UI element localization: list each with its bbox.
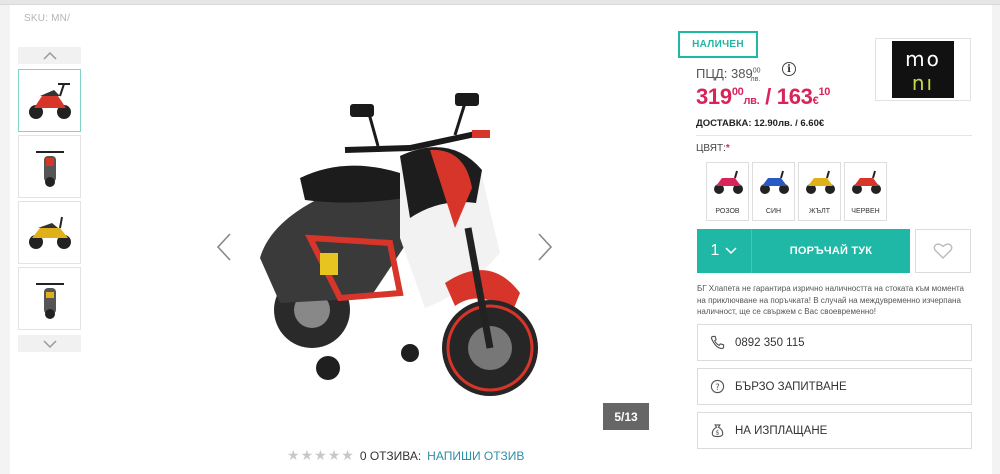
chevron-down-icon <box>42 339 57 348</box>
svg-text:mo: mo <box>905 47 941 71</box>
price-separator: / <box>759 84 777 109</box>
scooter-front-thumb-image <box>35 150 64 187</box>
svg-text:nı: nı <box>912 71 934 95</box>
scooter-red-icon <box>851 170 881 194</box>
question-icon: ? <box>710 379 725 394</box>
quick-inquiry-button[interactable]: ? БЪРЗО ЗАПИТВАНЕ <box>697 368 972 405</box>
scooter-yellow-icon <box>805 170 835 194</box>
scooter-pink-icon <box>713 170 743 194</box>
svg-text:?: ? <box>715 382 719 392</box>
gallery-prev-arrow[interactable] <box>215 232 233 262</box>
thumbnail-4[interactable] <box>18 267 81 330</box>
scooter-rear-thumb-image <box>35 282 64 319</box>
quantity-value: 1 <box>710 242 720 259</box>
color-option-label-text: ЖЪЛТ <box>808 208 831 215</box>
quick-inquiry-label: БЪРЗО ЗАПИТВАНЕ <box>735 380 847 393</box>
availability-badge: НАЛИЧЕН <box>678 31 758 58</box>
quantity-select[interactable]: 1 <box>697 229 752 273</box>
star-icon[interactable]: ★ <box>287 447 300 464</box>
star-icon[interactable]: ★ <box>341 447 354 464</box>
color-option-label-text: ЧЕРВЕН <box>851 208 880 215</box>
phone-icon <box>710 335 725 350</box>
reviews-row: ★ ★ ★ ★ ★ 0 ОТЗИВА: НАПИШИ ОТЗИВ <box>287 447 524 464</box>
sku-value: MN/ <box>51 13 71 24</box>
main-product-image <box>260 93 538 396</box>
thumb-scroll-down-button[interactable] <box>18 335 81 352</box>
svg-text:$: $ <box>715 429 719 437</box>
installments-button[interactable]: $ НА ИЗПЛАЩАНЕ <box>697 412 972 449</box>
heart-icon <box>933 243 953 259</box>
thumbnail-2[interactable] <box>18 135 81 198</box>
required-mark: * <box>725 143 730 154</box>
chevron-down-icon <box>725 247 737 255</box>
price-eur-cents: 10 <box>818 86 831 98</box>
gallery-counter: 5/13 <box>603 403 649 430</box>
info-icon[interactable]: i <box>782 62 796 76</box>
star-icon[interactable]: ★ <box>301 447 314 464</box>
thumb-scroll-up-button[interactable] <box>18 47 81 64</box>
rrp-label: ПЦД: 389 <box>696 66 753 81</box>
thumbnail-3[interactable] <box>18 201 81 264</box>
color-option-yellow[interactable]: ЖЪЛТ <box>798 162 841 221</box>
availability-note: БГ Хлапета не гарантира изрично наличнос… <box>697 284 965 316</box>
color-option-pink[interactable]: РОЗОВ <box>706 162 749 221</box>
brand-logo[interactable]: mo nı <box>875 38 971 101</box>
sku-label: SKU: <box>24 13 49 24</box>
wishlist-button[interactable] <box>915 229 971 273</box>
chevron-up-icon <box>42 51 57 60</box>
price-eur: 163 <box>776 84 813 109</box>
rrp-currency: лв. <box>750 75 761 83</box>
rrp-price: ПЦД: 38900лв. <box>696 66 770 83</box>
order-button[interactable]: ПОРЪЧАЙ ТУК <box>752 229 910 273</box>
phone-button[interactable]: 0892 350 115 <box>697 324 972 361</box>
write-review-link[interactable]: НАПИШИ ОТЗИВ <box>427 449 524 463</box>
color-option-red[interactable]: ЧЕРВЕН <box>844 162 887 221</box>
phone-number: 0892 350 115 <box>735 336 805 349</box>
price-bgn: 319 <box>696 84 732 109</box>
money-bag-icon: $ <box>711 424 724 438</box>
star-icon[interactable]: ★ <box>314 447 327 464</box>
sku-line: SKU: MN/ <box>24 13 70 24</box>
current-price: 31900лв. / 163€10 <box>696 84 830 110</box>
scooter-thumb-image <box>28 82 71 119</box>
divider <box>696 135 972 136</box>
rating-stars[interactable]: ★ ★ ★ ★ ★ <box>287 447 354 464</box>
installments-label: НА ИЗПЛАЩАНЕ <box>735 424 828 437</box>
color-option-blue[interactable]: СИН <box>752 162 795 221</box>
moni-logo-image: mo nı <box>892 41 954 98</box>
delivery-cost: ДОСТАВКА: 12.90лв. / 6.60€ <box>696 118 825 129</box>
thumbnail-1[interactable] <box>18 69 81 132</box>
color-option-label: ЦВЯТ:* <box>696 143 730 154</box>
scooter-blue-icon <box>759 170 789 194</box>
rrp-cents: 00 <box>752 67 761 75</box>
price-bgn-cents: 00 <box>731 86 744 98</box>
color-label-text: ЦВЯТ: <box>696 143 726 154</box>
color-option-label-text: СИН <box>765 208 782 215</box>
star-icon[interactable]: ★ <box>328 447 341 464</box>
price-bgn-currency: лв. <box>743 95 760 107</box>
scooter-yellow-thumb-image <box>28 216 71 249</box>
color-option-label-text: РОЗОВ <box>715 208 740 215</box>
review-count: 0 ОТЗИВА: <box>359 448 422 463</box>
